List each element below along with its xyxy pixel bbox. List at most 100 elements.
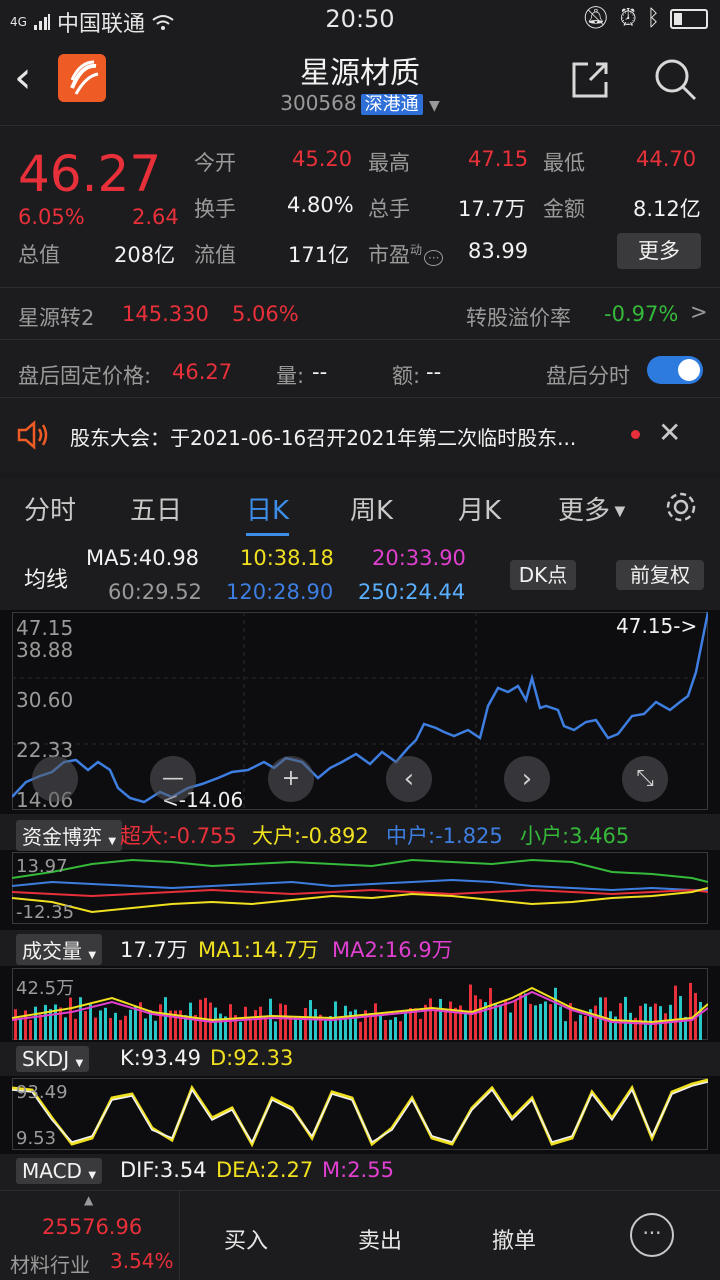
fullscreen-icon[interactable]: ⤡ (622, 756, 668, 802)
volume-bar (249, 1019, 252, 1040)
index-ticker[interactable]: ▲ 25576.96 材料行业 3.54% (0, 1191, 180, 1280)
change-amount: 2.64 (132, 205, 179, 229)
volume-value: 17.7万 (120, 938, 188, 962)
more-button[interactable]: 更多 (617, 233, 701, 269)
tab-weekly-k[interactable]: 周K (350, 490, 393, 527)
skdj-y-bottom: 9.53 (16, 1128, 57, 1149)
volume-bar (434, 1010, 437, 1040)
ma120-value: 120:28.90 (226, 580, 334, 604)
chart-nav-button[interactable] (32, 756, 78, 802)
volume-bar (129, 1009, 132, 1040)
info-icon[interactable]: ··· (424, 250, 444, 266)
chevron-right-icon[interactable]: > (690, 300, 708, 324)
volume-bar (49, 1009, 52, 1040)
share-icon[interactable] (570, 58, 612, 100)
fund-indicator-selector[interactable]: 资金博弈 ▼ (16, 820, 123, 851)
after-hours-toggle[interactable] (647, 356, 703, 384)
float-value: 171亿 (288, 243, 350, 267)
volume-bar (574, 1021, 577, 1040)
adjust-mode-button[interactable]: 前复权 (616, 560, 704, 590)
skdj-k: K:93.49 (120, 1046, 201, 1070)
close-icon[interactable]: ✕ (658, 416, 681, 449)
skdj-chart[interactable] (12, 1078, 708, 1150)
volume-bar (69, 997, 72, 1040)
ma5-value: MA5:40.98 (86, 546, 200, 570)
gear-icon[interactable] (662, 488, 700, 526)
volume-bar (474, 995, 477, 1040)
volume-bar (539, 1003, 542, 1040)
volume-bar (664, 1013, 667, 1040)
zoom-out-icon[interactable]: — (150, 756, 196, 802)
volume-bar (134, 1006, 137, 1040)
kline-y-label: 38.88 (16, 638, 74, 662)
volume-bar (499, 1005, 502, 1040)
divider (0, 339, 720, 340)
tab-five-day[interactable]: 五日 (130, 490, 182, 527)
search-icon[interactable] (652, 56, 698, 102)
volume-indicator-selector[interactable]: 成交量 ▼ (16, 934, 103, 965)
fund-flow-chart[interactable] (12, 852, 708, 924)
tab-daily-k[interactable]: 日K (246, 490, 290, 536)
volume-bar (624, 996, 627, 1040)
skdj-header (0, 1042, 720, 1076)
after-amount-value: -- (426, 360, 442, 384)
bond-name[interactable]: 星源转2 (18, 302, 94, 332)
volume-bar (279, 1003, 282, 1040)
volume-bar (14, 1009, 17, 1040)
volume-bar (74, 1018, 77, 1040)
volume-bar (119, 1019, 122, 1040)
volume-bar (689, 982, 692, 1040)
volume-bar (384, 1019, 387, 1040)
more-options-icon[interactable]: ··· (630, 1213, 674, 1257)
bond-percent: 5.06% (232, 302, 299, 326)
volume-bar (579, 1014, 582, 1040)
volume-bar (144, 1018, 147, 1040)
ma-label[interactable]: 均线 (24, 562, 68, 594)
volume-bar (489, 988, 492, 1040)
volume-bar (64, 1017, 67, 1040)
dk-point-button[interactable]: DK点 (510, 560, 576, 590)
volume-bar (554, 987, 557, 1040)
volume-ma2: MA2:16.9万 (332, 938, 453, 962)
chevron-left-icon[interactable]: ‹ (386, 756, 432, 802)
zoom-in-icon[interactable]: + (268, 756, 314, 802)
after-hours-label: 盘后固定价格: (18, 364, 152, 388)
tab-monthly-k[interactable]: 月K (458, 490, 501, 527)
volume-bar (519, 994, 522, 1040)
volume-bar (559, 1006, 562, 1040)
volume-bar (259, 1006, 262, 1040)
stock-code: 300568 (280, 91, 357, 115)
ma10-value: 10:38.18 (240, 546, 334, 570)
volume-bar (339, 1017, 342, 1040)
after-hours-price: 46.27 (172, 360, 233, 384)
volume-bar (429, 998, 432, 1040)
macd-indicator-selector[interactable]: MACD ▼ (16, 1158, 103, 1184)
open-label: 今开 (194, 151, 236, 175)
volume-bar (229, 1004, 232, 1040)
skdj-indicator-selector[interactable]: SKDJ ▼ (16, 1046, 90, 1072)
volume-bar (124, 1015, 127, 1040)
battery-icon (670, 8, 708, 29)
volume-bar (449, 1001, 452, 1040)
sell-button[interactable]: 卖出 (358, 1223, 402, 1255)
price-line (12, 612, 708, 804)
bottom-bar: ▲ 25576.96 材料行业 3.54% 买入 卖出 撤单 ··· (0, 1190, 720, 1280)
volume-ma1: MA1:14.7万 (198, 938, 319, 962)
low-value: 44.70 (636, 147, 697, 171)
stock-code-row[interactable]: 300568 深港通 ▼ (0, 90, 720, 116)
float-label: 流值 (194, 243, 236, 267)
buy-button[interactable]: 买入 (224, 1223, 268, 1255)
amount-value: 8.12亿 (633, 197, 701, 221)
volume-bar (529, 1003, 532, 1040)
cancel-order-button[interactable]: 撤单 (492, 1223, 536, 1255)
notice-bar[interactable]: 股东大会：于2021-06-16召开2021年第二次临时股东... ✕ (0, 397, 720, 471)
industry-percent: 3.54% (110, 1249, 174, 1273)
kline-chart[interactable] (12, 612, 708, 810)
tab-intraday[interactable]: 分时 (24, 490, 76, 527)
chevron-right-icon[interactable]: › (504, 756, 550, 802)
volume-chart[interactable] (12, 968, 708, 1040)
premium-label[interactable]: 转股溢价率 (466, 302, 571, 332)
volume-bar (674, 985, 677, 1040)
tab-more[interactable]: 更多 ▼ (558, 490, 625, 527)
quote-panel: 46.27 6.05% 2.64 总值 208亿 今开 45.20 最高 47.… (0, 127, 720, 397)
